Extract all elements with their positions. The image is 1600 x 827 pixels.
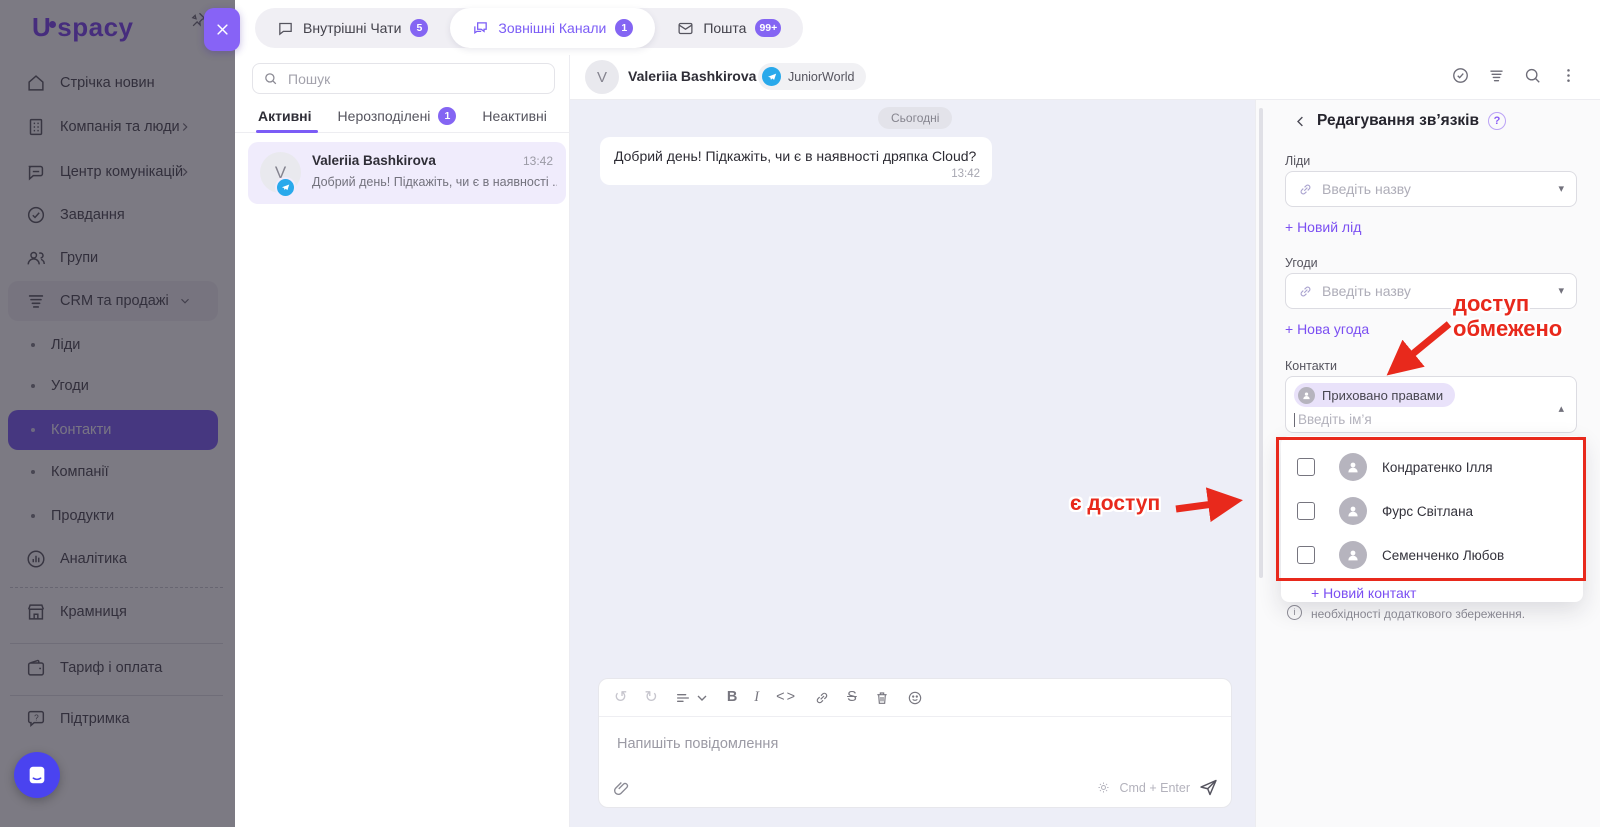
filter-tab-unassigned[interactable]: Нерозподілені 1: [338, 107, 457, 125]
strikethrough-icon[interactable]: S: [847, 690, 857, 705]
formatting-toolbar: ↺ ↻ B I <> S: [599, 679, 1231, 717]
emoji-icon[interactable]: [907, 690, 923, 706]
message-composer: ↺ ↻ B I <> S Cmd + Enter: [598, 678, 1232, 808]
chat-bubble-icon: [277, 20, 294, 37]
chevron-down-icon: [697, 695, 707, 701]
conversation-list-item[interactable]: V Valeriia Bashkirova 13:42 Добрий день!…: [248, 142, 566, 204]
send-icon[interactable]: [1198, 777, 1219, 798]
redo-icon[interactable]: ↻: [644, 689, 657, 706]
code-icon[interactable]: <>: [776, 690, 797, 705]
tab-mail[interactable]: Пошта 99+: [655, 8, 803, 48]
chat-contact-name: Valeriia Bashkirova: [628, 68, 757, 84]
filter-tab-inactive[interactable]: Неактивні: [482, 108, 546, 124]
filter-tab-active[interactable]: Активні: [258, 108, 312, 124]
close-icon: [216, 24, 228, 35]
unassigned-badge: 1: [438, 107, 457, 125]
search-icon: [265, 73, 277, 85]
telegram-icon: [275, 177, 296, 198]
gear-icon[interactable]: [1096, 780, 1111, 795]
conversation-time: 13:42: [522, 154, 553, 168]
envelope-icon: [677, 20, 694, 37]
text-cursor: [1294, 412, 1295, 427]
leads-placeholder: Введіть назву: [1322, 181, 1411, 197]
close-sidebar-button[interactable]: [204, 8, 240, 51]
add-deal-link[interactable]: + Нова угода: [1285, 321, 1369, 337]
leads-select[interactable]: Введіть назву ▾: [1285, 171, 1577, 207]
telegram-icon: [762, 67, 781, 86]
undo-icon[interactable]: ↺: [614, 689, 627, 706]
annotation-has-access: є доступ: [1070, 492, 1161, 515]
bold-icon[interactable]: B: [727, 690, 737, 705]
date-divider: Сьогодні: [878, 107, 953, 129]
send-shortcut-hint: Cmd + Enter: [1119, 780, 1190, 795]
channel-pill[interactable]: JuniorWorld: [758, 63, 867, 90]
caret-up-icon: ▴: [1558, 403, 1564, 415]
crm-funnel-icon[interactable]: [1487, 66, 1506, 85]
unread-badge: 99+: [755, 19, 782, 37]
avatar: V: [585, 60, 619, 94]
panel-scrollbar[interactable]: [1259, 108, 1263, 578]
tab-internal-chats[interactable]: Внутрішні Чати 5: [255, 8, 450, 48]
contacts-placeholder: Введіть ім’я: [1298, 412, 1372, 427]
kebab-menu-icon[interactable]: [1559, 66, 1578, 85]
tab-external-channels[interactable]: Зовнішні Канали 1: [450, 8, 656, 48]
active-tab-underline: [256, 130, 318, 133]
message-text: Добрий день! Підкажіть, чи є в наявності…: [614, 148, 977, 164]
autosave-note: i необхідності додаткового збереження.: [1287, 605, 1525, 621]
trash-icon[interactable]: [874, 690, 890, 706]
info-icon: i: [1287, 605, 1302, 620]
channel-tabs: Внутрішні Чати 5 Зовнішні Канали 1 Пошта…: [255, 8, 804, 48]
contacts-label: Контакти: [1285, 359, 1337, 373]
link-icon: [1298, 182, 1313, 197]
hidden-by-rights-chip[interactable]: Приховано правами: [1294, 383, 1456, 407]
search-input[interactable]: [286, 69, 544, 88]
caret-down-icon: ▾: [1558, 182, 1564, 195]
help-icon[interactable]: ?: [1488, 112, 1507, 130]
mark-done-icon[interactable]: [1451, 66, 1470, 85]
contacts-multiselect[interactable]: Приховано правами Введіть ім’я ▴: [1285, 376, 1577, 433]
channels-icon: [472, 20, 489, 37]
search-icon[interactable]: [1523, 66, 1542, 85]
incoming-message: Добрий день! Підкажіть, чи є в наявності…: [600, 137, 992, 185]
search-box[interactable]: [252, 63, 555, 94]
annotation-access-restricted: доступ обмежено: [1453, 291, 1563, 342]
add-lead-link[interactable]: + Новий лід: [1285, 219, 1361, 235]
attachment-icon[interactable]: [612, 779, 631, 798]
unread-badge: 1: [615, 19, 634, 37]
conversation-filter-tabs: Активні Нерозподілені 1 Неактивні: [235, 100, 570, 133]
person-icon: [1298, 386, 1315, 404]
conversation-list-panel: Активні Нерозподілені1 Неактивні V Valer…: [235, 55, 570, 827]
support-chat-widget-button[interactable]: [14, 752, 60, 798]
leads-label: Ліди: [1285, 154, 1311, 168]
add-contact-link[interactable]: + Новий контакт: [1311, 585, 1416, 601]
link-icon[interactable]: [814, 690, 830, 706]
panel-title: Редагування зв’язків: [1317, 112, 1480, 129]
sidebar-dim-overlay: [0, 0, 235, 827]
deals-placeholder: Введіть назву: [1322, 283, 1411, 299]
link-icon: [1298, 284, 1313, 299]
italic-icon[interactable]: I: [754, 690, 759, 705]
annotation-highlight-box: [1276, 437, 1586, 581]
message-area: Сьогодні Добрий день! Підкажіть, чи є в …: [570, 100, 1255, 827]
deals-label: Угоди: [1285, 256, 1318, 270]
chat-header: V Valeriia Bashkirova JuniorWorld: [570, 55, 1600, 100]
back-icon[interactable]: [1293, 114, 1308, 129]
unread-badge: 5: [410, 19, 429, 37]
message-time: 13:42: [951, 168, 980, 180]
conversation-preview: Добрий день! Підкажіть, чи є в наявності…: [312, 175, 557, 189]
chat-widget-icon: [29, 766, 45, 784]
conversation-name: Valeriia Bashkirova: [312, 153, 436, 168]
message-input[interactable]: [615, 735, 1199, 753]
align-icon[interactable]: [675, 690, 710, 706]
app-root: Uspacy Стрічка новин Компанія та люди Це…: [0, 0, 1600, 827]
